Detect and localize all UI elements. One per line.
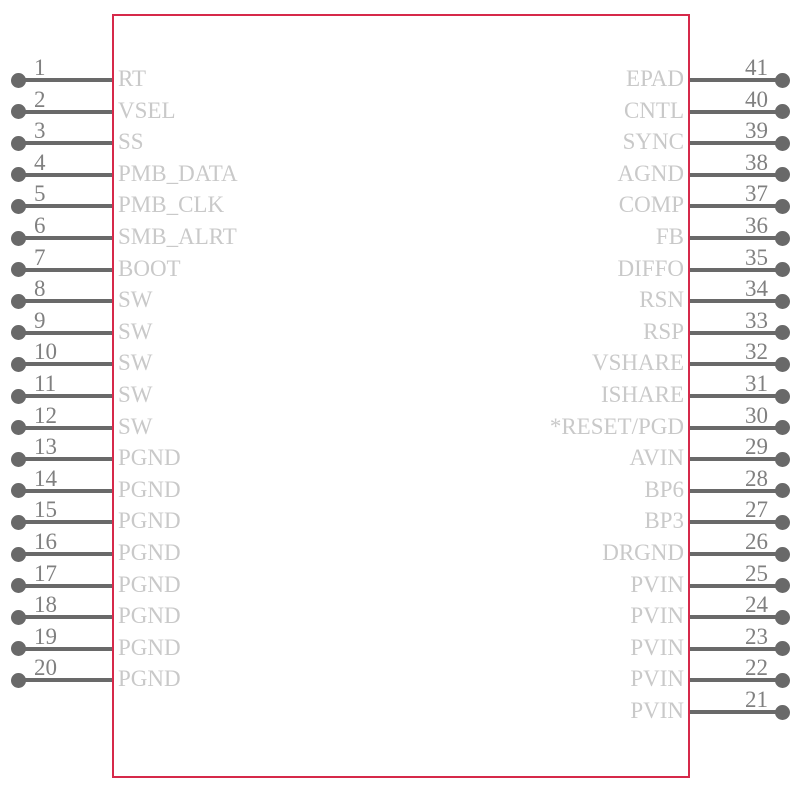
- pin-connection-dot[interactable]: [774, 167, 790, 183]
- pin-label: *RESET/PGD: [549, 413, 684, 439]
- pin-label: RSP: [643, 318, 684, 344]
- pin-connection-dot[interactable]: [774, 451, 790, 467]
- pin-connection-dot[interactable]: [774, 609, 790, 625]
- pin-label: AGND: [617, 160, 684, 186]
- pin-label: BP6: [644, 476, 684, 502]
- pin-connection-dot[interactable]: [774, 641, 790, 657]
- pin-connection-dot[interactable]: [774, 262, 790, 278]
- pin-label: FB: [655, 224, 684, 249]
- pin-connection-dot[interactable]: [774, 704, 790, 720]
- pin-connection-dot[interactable]: [774, 388, 790, 404]
- pin-label: PVIN: [630, 634, 684, 660]
- pin-label: PVIN: [630, 603, 684, 629]
- pin-connection-dot[interactable]: [774, 135, 790, 151]
- pin-label: DIFFO: [617, 255, 684, 281]
- pin-connection-dot[interactable]: [774, 293, 790, 309]
- pin-label: COMP: [618, 192, 684, 218]
- pin-connection-dot[interactable]: [774, 483, 790, 499]
- pin-label: EPAD: [626, 66, 684, 91]
- pin-label: DRGND: [602, 540, 684, 565]
- schematic-symbol-canvas: 1 RT 2 VSEL 3 SS 4 PMB_DATA 5 PMB_CLK 6 SMB_ALRT 7 BO…: [0, 0, 800, 794]
- pin-connection-dot[interactable]: [774, 325, 790, 341]
- pin-label: CNTL: [623, 97, 684, 123]
- pin-connection-dot[interactable]: [774, 72, 790, 88]
- pin-connection-dot[interactable]: [774, 198, 790, 214]
- pin-label: PVIN: [630, 698, 684, 723]
- pin-connection-dot[interactable]: [774, 230, 790, 246]
- pin-label: VSHARE: [591, 350, 684, 376]
- pin-label: PVIN: [630, 666, 684, 692]
- pin-label: SYNC: [622, 129, 684, 155]
- pin-label: BP3: [644, 508, 684, 534]
- pin-connection-dot[interactable]: [774, 104, 790, 120]
- pin-connection-dot[interactable]: [774, 672, 790, 688]
- pin-label: PVIN: [630, 571, 684, 597]
- pin-label: RSN: [639, 287, 684, 313]
- pin-connection-dot[interactable]: [774, 514, 790, 530]
- pin-connection-dot[interactable]: [774, 578, 790, 594]
- pin-label: AVIN: [629, 445, 684, 471]
- pin-connection-dot[interactable]: [774, 546, 790, 562]
- pin-connection-dot[interactable]: [774, 356, 790, 372]
- pin-label: ISHARE: [600, 382, 684, 407]
- pin-connection-dot[interactable]: [774, 420, 790, 436]
